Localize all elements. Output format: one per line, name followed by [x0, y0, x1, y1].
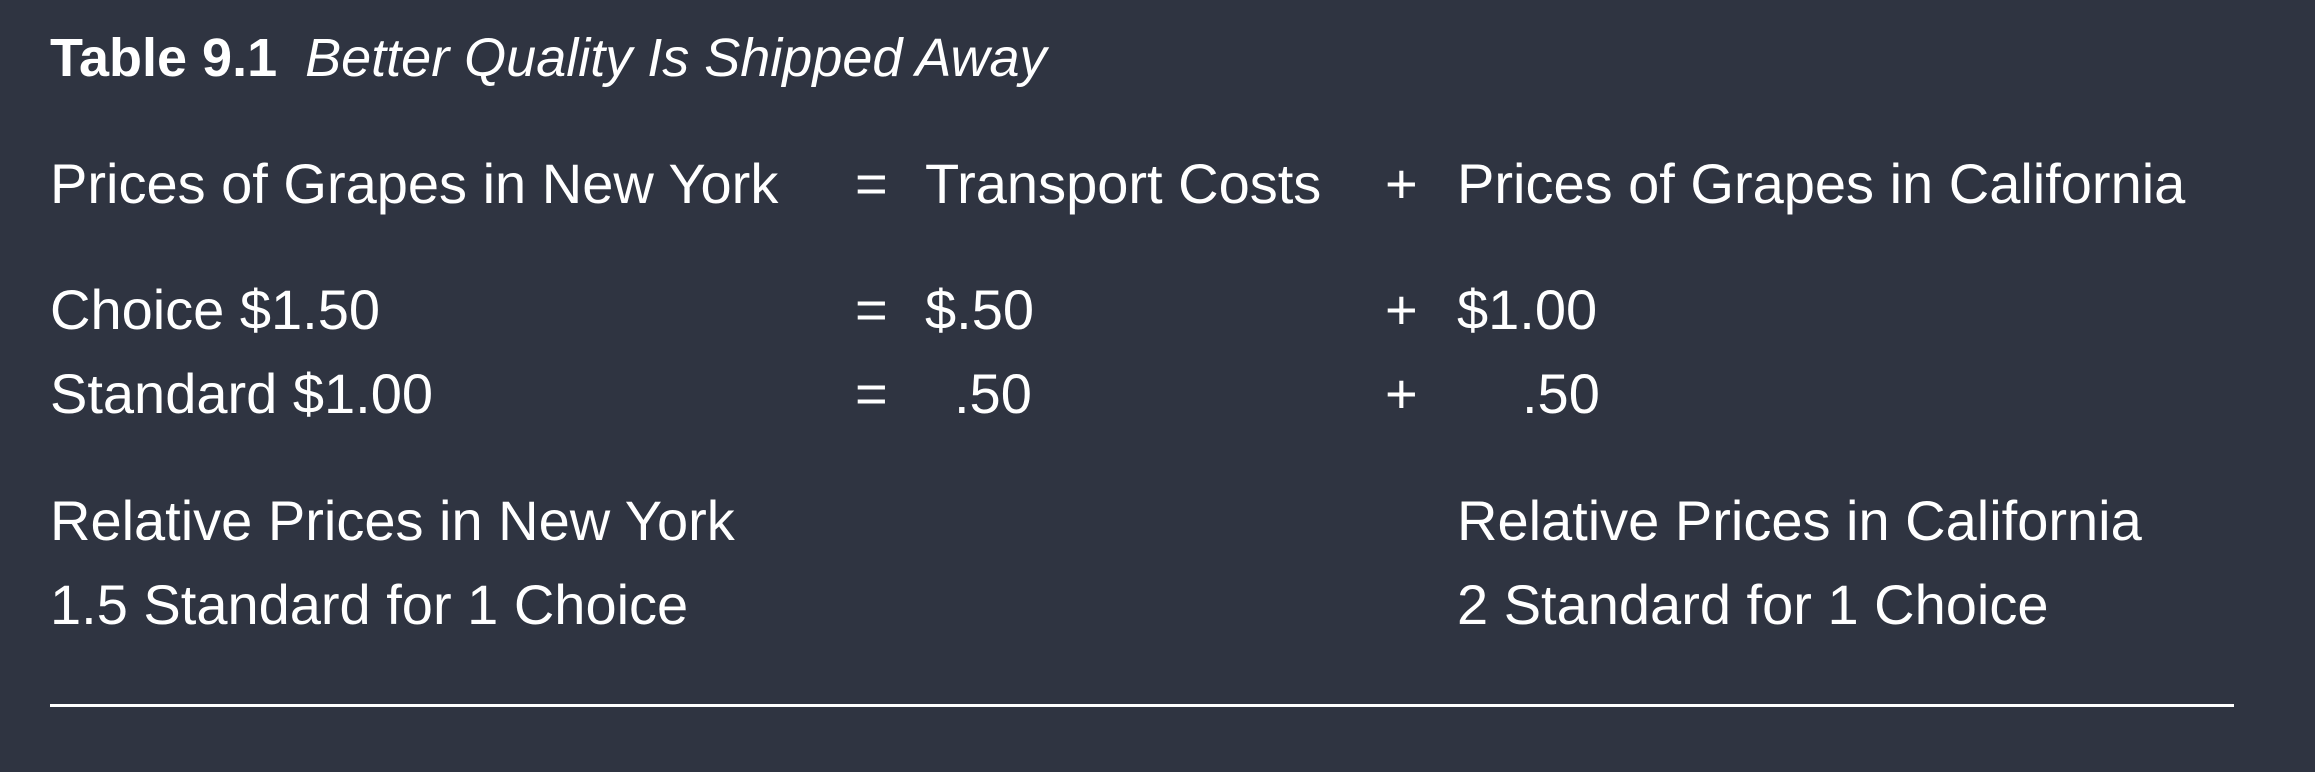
- relative-ny-value: 1.5 Standard for 1 Choice: [50, 573, 689, 636]
- table-label: Table 9.1: [50, 28, 278, 88]
- row-standard-equals: =: [855, 362, 888, 425]
- row-standard-transport: .50: [954, 362, 1032, 425]
- header-transport-costs: Transport Costs: [925, 152, 1322, 215]
- row-standard-plus: +: [1385, 362, 1418, 425]
- relative-ca-heading: Relative Prices in California: [1457, 489, 2142, 552]
- row-choice-plus: +: [1385, 278, 1418, 341]
- row-standard-ny: Standard $1.00: [50, 362, 433, 425]
- header-ny-price: Prices of Grapes in New York: [50, 152, 779, 215]
- table-caption: Table 9.1 Better Quality Is Shipped Away: [50, 22, 1047, 94]
- header-plus-sign: +: [1385, 152, 1418, 215]
- table-title: Better Quality Is Shipped Away: [305, 28, 1047, 88]
- bottom-rule: [50, 704, 2234, 707]
- row-standard-ca: .50: [1522, 362, 1600, 425]
- relative-ca-value: 2 Standard for 1 Choice: [1457, 573, 2049, 636]
- relative-ny-heading: Relative Prices in New York: [50, 489, 735, 552]
- row-choice-equals: =: [855, 278, 888, 341]
- header-ca-price: Prices of Grapes in California: [1457, 152, 2186, 215]
- row-choice-ca: $1.00: [1457, 278, 1598, 341]
- row-choice-ny: Choice $1.50: [50, 278, 381, 341]
- header-equals-sign: =: [855, 152, 888, 215]
- row-choice-transport: $.50: [925, 278, 1034, 341]
